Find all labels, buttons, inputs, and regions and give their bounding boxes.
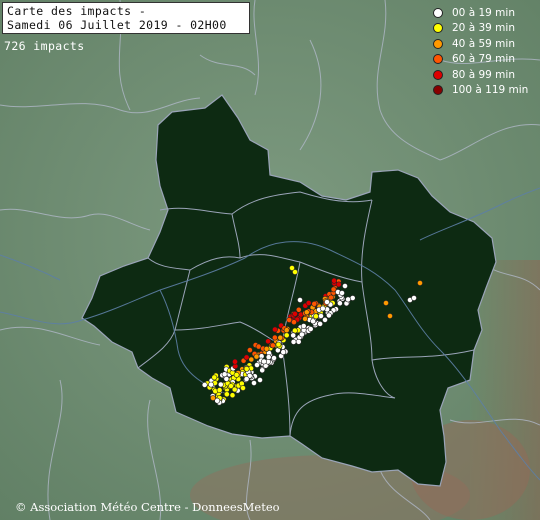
impact-marker [307, 326, 314, 332]
impact-marker [248, 356, 255, 363]
impact-marker [265, 354, 272, 360]
impact-marker [310, 318, 316, 325]
impact-marker [290, 338, 297, 345]
impact-marker [269, 342, 276, 349]
impact-marker [261, 358, 267, 365]
impact-marker [210, 395, 216, 401]
impact-marker [317, 320, 323, 327]
legend-label: 40 à 59 min [452, 37, 515, 50]
legend-label: 20 à 39 min [452, 22, 515, 35]
impact-marker [303, 309, 310, 316]
impact-marker [417, 280, 423, 286]
impact-marker [387, 313, 393, 319]
impact-marker [336, 300, 343, 307]
impact-marker [229, 392, 236, 399]
impact-marker [289, 265, 295, 271]
impact-marker [311, 300, 318, 307]
impact-marker [243, 365, 250, 372]
map-date: Samedi 06 Juillet 2019 - 02H00 [7, 18, 227, 32]
impact-marker [217, 381, 224, 388]
legend-label: 80 à 99 min [452, 68, 515, 81]
impact-marker [345, 296, 351, 303]
impact-marker [313, 313, 319, 320]
impact-marker [216, 387, 223, 393]
legend-item: 20 à 39 min [433, 21, 533, 37]
impact-marker [319, 305, 326, 312]
impact-marker [232, 358, 238, 365]
impact-marker [411, 295, 417, 301]
impact-marker [251, 380, 257, 386]
map-view[interactable]: Carte des impacts - Samedi 06 Juillet 20… [0, 0, 540, 520]
legend-item: 00 à 19 min [433, 5, 533, 21]
impact-marker [257, 377, 263, 383]
legend-swatch-5 [433, 85, 443, 96]
impact-marker [298, 331, 305, 338]
impact-marker [208, 381, 214, 388]
legend-label: 100 à 119 min [452, 84, 529, 97]
legend-swatch-4 [433, 69, 443, 80]
impact-marker [246, 347, 253, 353]
impact-marker [254, 362, 260, 368]
impact-marker [322, 316, 328, 323]
impact-marker [342, 283, 348, 289]
impact-marker [265, 338, 271, 345]
impact-marker [259, 367, 266, 374]
impact-marker [331, 277, 337, 284]
impact-marker [201, 381, 208, 388]
legend-label: 60 à 79 min [452, 53, 515, 66]
impact-marker [271, 334, 278, 341]
impact-marker [272, 326, 278, 333]
legend-item: 80 à 99 min [433, 67, 533, 83]
impact-marker [271, 355, 277, 361]
legend-swatch-2 [433, 38, 443, 49]
impact-marker [277, 334, 284, 341]
copyright-credit: © Association Météo Centre - DonneesMete… [15, 500, 280, 514]
legend-swatch-1 [433, 23, 443, 34]
impact-marker [283, 332, 290, 339]
legend-swatch-3 [433, 54, 443, 65]
impact-marker [324, 299, 330, 305]
impact-marker [302, 315, 308, 322]
map-title: Carte des impacts - [7, 4, 147, 18]
legend-item: 60 à 79 min [433, 52, 533, 68]
impact-marker [240, 385, 246, 391]
legend-item: 100 à 119 min [433, 83, 533, 99]
legend-label: 00 à 19 min [452, 6, 515, 19]
impact-marker [300, 323, 307, 329]
legend-swatch-0 [433, 7, 443, 18]
impact-marker [253, 353, 260, 360]
impact-marker [233, 371, 240, 378]
impact-marker [295, 306, 302, 313]
impact-marker [280, 349, 287, 355]
impact-marker [328, 294, 334, 301]
legend-item: 40 à 59 min [433, 36, 533, 52]
impact-marker [339, 290, 345, 296]
impact-marker [223, 391, 230, 398]
impact-marker [231, 386, 238, 393]
impact-marker [325, 312, 332, 319]
impact-marker [263, 345, 270, 352]
impact-marker [292, 310, 298, 317]
impact-count: 726 impacts [4, 39, 85, 53]
impact-marker [291, 319, 297, 325]
impact-marker [297, 297, 303, 303]
legend: 00 à 19 min 20 à 39 min 40 à 59 min 60 à… [433, 5, 533, 98]
impact-marker [305, 300, 312, 306]
impact-marker [283, 327, 290, 334]
impact-marker [211, 374, 218, 381]
impact-marker [286, 317, 293, 323]
impact-marker [275, 341, 282, 348]
impact-marker [295, 338, 302, 345]
impact-marker [318, 313, 324, 319]
impact-marker [335, 281, 342, 288]
impact-marker [383, 300, 389, 306]
impact-marker [243, 376, 250, 382]
map-title-box: Carte des impacts - Samedi 06 Juillet 20… [2, 2, 250, 34]
impact-marker [221, 371, 228, 378]
impact-marker [290, 332, 297, 339]
